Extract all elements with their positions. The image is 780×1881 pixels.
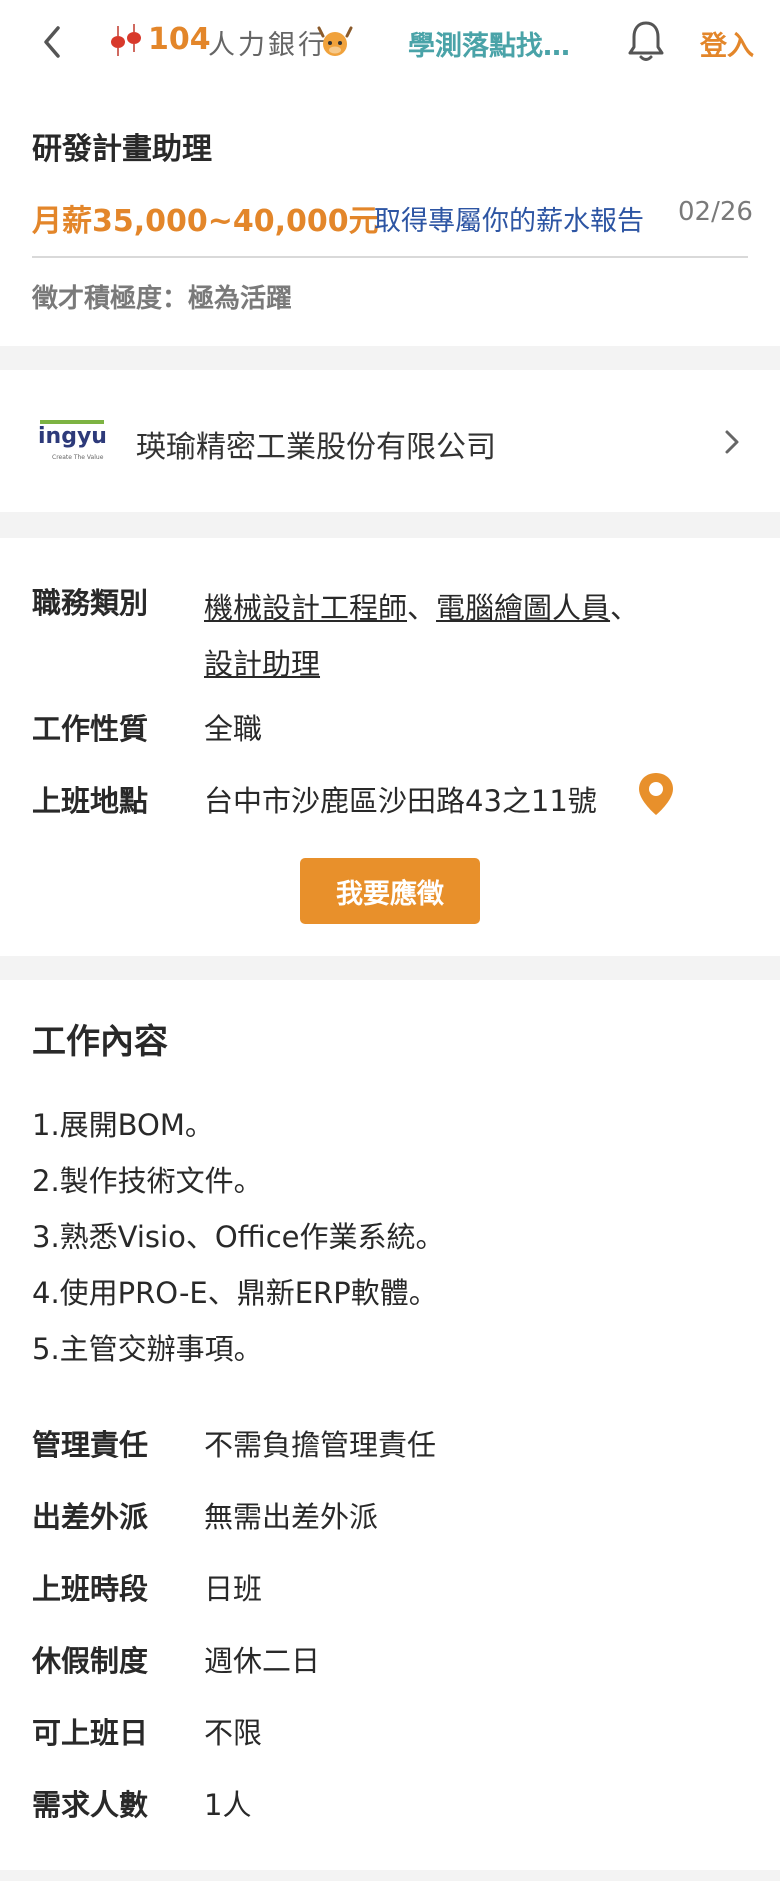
notification-bell-icon[interactable] <box>624 18 668 64</box>
post-date: 02/26 <box>678 197 753 227</box>
attribute-value-start-date: 不限 <box>204 1716 263 1750</box>
attribute-label-leave: 休假制度 <box>32 1644 149 1678</box>
duty-line: 4.使用PRO-E、鼎新ERP軟體。 <box>32 1276 438 1310</box>
job-type-label: 工作性質 <box>32 712 149 746</box>
salary-report-link[interactable]: 取得專屬你的薪水報告 <box>374 199 644 238</box>
job-title: 研發計畫助理 <box>32 132 212 167</box>
logo-number: 104 <box>148 22 211 57</box>
section-title: 工作內容 <box>32 1022 168 1062</box>
duty-line: 1.展開BOM。 <box>32 1108 214 1142</box>
company-logo-tagline: Create The Value <box>52 454 104 461</box>
attribute-label-management: 管理責任 <box>32 1428 149 1462</box>
salary-text: 月薪35,000~40,000元 <box>32 204 379 239</box>
duty-line: 5.主管交辦事項。 <box>32 1332 263 1366</box>
job-type-value: 全職 <box>204 712 263 746</box>
attribute-value-shift: 日班 <box>204 1572 263 1606</box>
top-navigation-bar: 104 人力銀行 學測落點找… 登入 <box>0 0 780 87</box>
attribute-value-headcount: 1人 <box>204 1788 252 1822</box>
login-link[interactable]: 登入 <box>700 24 754 63</box>
company-logo-text: ingyu <box>38 424 107 449</box>
duty-line: 3.熟悉Visio、Office作業系統。 <box>32 1220 445 1254</box>
attribute-value-travel: 無需出差外派 <box>204 1500 379 1534</box>
category-label: 職務類別 <box>32 586 149 620</box>
divider <box>32 256 748 258</box>
duty-line: 2.製作技術文件。 <box>32 1164 263 1198</box>
attribute-label-start-date: 可上班日 <box>32 1716 149 1750</box>
back-arrow-icon[interactable] <box>38 22 68 62</box>
category-separator: 、 <box>407 591 437 625</box>
ox-mascot-icon <box>317 26 353 56</box>
attribute-label-shift: 上班時段 <box>32 1572 149 1606</box>
category-link-cad[interactable]: 電腦繪圖人員 <box>436 591 610 625</box>
attribute-value-management: 不需負擔管理責任 <box>204 1428 437 1462</box>
category-separator: 、 <box>610 591 640 625</box>
location-value: 台中市沙鹿區沙田路43之11號 <box>204 784 597 818</box>
attribute-value-leave: 週休二日 <box>204 1644 321 1678</box>
104-logo[interactable]: 104 人力銀行 <box>110 16 360 66</box>
attribute-label-travel: 出差外派 <box>32 1500 149 1534</box>
category-link-design-assistant[interactable]: 設計助理 <box>204 647 320 681</box>
company-name[interactable]: 瑛瑜精密工業股份有限公司 <box>136 422 496 466</box>
attribute-label-headcount: 需求人數 <box>32 1788 149 1822</box>
location-label: 上班地點 <box>32 784 149 818</box>
recruiting-activity: 徵才積極度：極為活躍 <box>32 284 293 314</box>
location-pin-icon[interactable] <box>634 770 678 818</box>
company-logo: ingyu Create The Value <box>36 420 108 464</box>
chevron-right-icon[interactable] <box>722 426 742 458</box>
apply-button[interactable]: 我要應徵 <box>300 858 480 924</box>
category-values: 機械設計工程師、電腦繪圖人員、 設計助理 <box>204 580 724 692</box>
logo-text: 人力銀行 <box>208 30 328 61</box>
exam-search-link[interactable]: 學測落點找… <box>408 24 570 63</box>
category-link-mechanical[interactable]: 機械設計工程師 <box>204 591 407 625</box>
